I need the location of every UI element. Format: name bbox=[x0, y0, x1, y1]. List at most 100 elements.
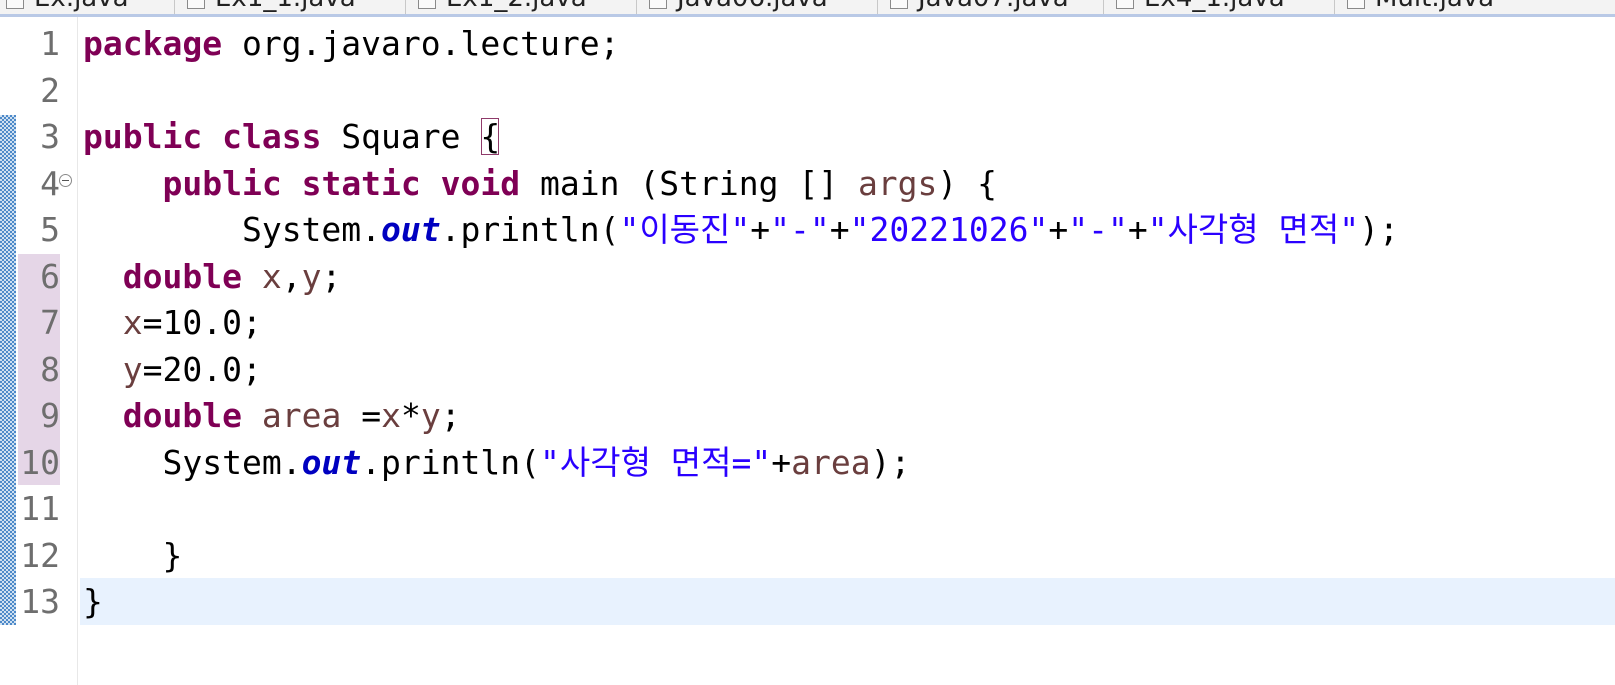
java-file-icon bbox=[187, 0, 205, 9]
code-token: System. bbox=[241, 210, 382, 249]
code-token: x bbox=[261, 256, 282, 296]
line-number: 3 bbox=[40, 117, 60, 156]
code-token: String bbox=[659, 163, 779, 203]
code-token: "20221026" bbox=[849, 210, 1049, 249]
code-token: ); bbox=[1359, 210, 1399, 249]
editor-tab-label: Mult.java bbox=[1375, 0, 1494, 13]
editor-tab[interactable]: Ex4_1.java bbox=[1104, 0, 1335, 14]
code-token: args bbox=[857, 163, 938, 203]
code-token: .println( bbox=[440, 210, 620, 249]
line-number: 1 bbox=[40, 24, 60, 63]
code-token: y bbox=[122, 349, 143, 389]
code-token: main ( bbox=[520, 163, 660, 203]
code-token: [] bbox=[778, 163, 858, 203]
code-token: + bbox=[750, 210, 771, 249]
code-token: void bbox=[440, 163, 521, 203]
editor-tab-label: Ex4_1.java bbox=[1144, 0, 1285, 13]
editor-tab[interactable]: Java07.java bbox=[878, 0, 1104, 14]
editor-tab-label: Java06.java bbox=[677, 0, 828, 13]
code-token: = bbox=[341, 396, 382, 435]
code-token: System. bbox=[162, 442, 302, 482]
current-line-highlight bbox=[80, 578, 1615, 625]
code-token: out bbox=[301, 442, 362, 482]
code-line: double area =x*y; bbox=[83, 393, 461, 439]
code-token: { bbox=[480, 117, 501, 156]
code-token: class bbox=[222, 117, 322, 156]
code-token: .println( bbox=[361, 442, 540, 482]
editor-tab[interactable]: Mult.java bbox=[1335, 0, 1615, 14]
code-token: Square bbox=[321, 117, 481, 156]
editor-tab-label: Java07.java bbox=[918, 0, 1069, 13]
code-token: org.javaro.lecture; bbox=[222, 24, 620, 63]
gutter-divider bbox=[77, 17, 78, 685]
collapse-icon[interactable] bbox=[59, 174, 72, 187]
code-token: x bbox=[381, 396, 401, 435]
code-token: + bbox=[771, 442, 792, 482]
code-token: =10.0; bbox=[142, 303, 262, 342]
code-line: public static void main (String [] args)… bbox=[83, 161, 997, 207]
code-token: "-" bbox=[1068, 210, 1128, 249]
code-line: public class Square { bbox=[83, 114, 500, 160]
code-token: "-" bbox=[770, 210, 830, 249]
code-token: } bbox=[162, 535, 183, 575]
editor-tab[interactable]: Java06.java bbox=[637, 0, 878, 14]
line-number: 13 bbox=[20, 582, 60, 621]
line-number: 10 bbox=[20, 442, 60, 482]
code-token: area bbox=[791, 442, 871, 482]
line-number: 6 bbox=[40, 256, 60, 296]
java-file-icon bbox=[1347, 0, 1365, 9]
line-number: 4 bbox=[40, 163, 60, 203]
line-number: 7 bbox=[40, 303, 60, 342]
code-token: ; bbox=[440, 396, 461, 435]
code-token: double bbox=[122, 256, 242, 296]
code-line: x=10.0; bbox=[83, 300, 262, 346]
code-token: "사각형 면적" bbox=[1147, 210, 1360, 249]
code-token: public bbox=[162, 163, 282, 203]
code-token: y bbox=[301, 256, 322, 296]
code-token: "사각형 면적=" bbox=[539, 442, 772, 482]
code-token: * bbox=[400, 396, 421, 435]
code-token: + bbox=[1127, 210, 1148, 249]
editor-tab[interactable]: Ex.java bbox=[0, 0, 175, 14]
line-number: 8 bbox=[40, 349, 60, 389]
editor-tab-bar: Ex.java Ex1_1.java Ex1_2.java Java06.jav… bbox=[0, 0, 1615, 17]
code-token: + bbox=[829, 210, 850, 249]
editor-tab-label: Ex.java bbox=[34, 0, 129, 13]
line-number: 12 bbox=[20, 535, 60, 575]
java-file-icon bbox=[6, 0, 24, 9]
java-file-icon bbox=[1116, 0, 1134, 9]
code-token: out bbox=[381, 210, 441, 249]
code-token: + bbox=[1048, 210, 1069, 249]
code-token: ; bbox=[321, 256, 342, 296]
code-token: x bbox=[122, 303, 143, 342]
line-number: 9 bbox=[40, 396, 60, 435]
code-token: y bbox=[420, 396, 441, 435]
code-line: double x,y; bbox=[83, 254, 342, 300]
editor-tab[interactable]: Ex1_1.java bbox=[175, 0, 406, 14]
java-file-icon bbox=[890, 0, 908, 9]
editor-tab[interactable]: Ex1_2.java bbox=[406, 0, 637, 14]
line-number: 2 bbox=[40, 70, 60, 110]
code-token: double bbox=[122, 396, 242, 435]
java-file-icon bbox=[418, 0, 436, 9]
code-token: public bbox=[83, 117, 203, 156]
code-line: System.out.println("이동진"+"-"+"20221026"+… bbox=[83, 207, 1399, 253]
code-token: } bbox=[83, 582, 103, 621]
code-token: ); bbox=[870, 442, 911, 482]
code-line: } bbox=[83, 533, 182, 579]
code-line: } bbox=[83, 579, 103, 625]
java-file-icon bbox=[649, 0, 667, 9]
code-token: ) { bbox=[937, 163, 998, 203]
code-token: package bbox=[83, 24, 223, 63]
